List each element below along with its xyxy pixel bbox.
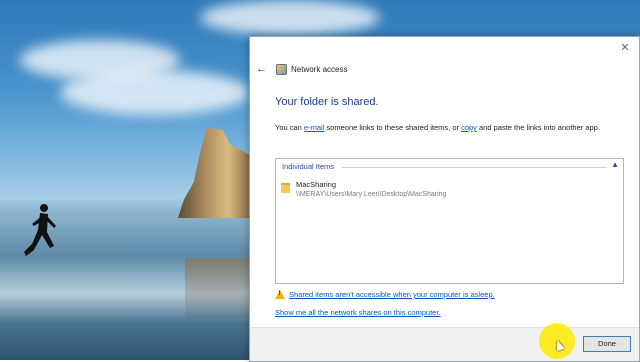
email-link[interactable]: e-mail [304, 123, 324, 132]
rock-reflection [185, 258, 250, 318]
warning-icon [275, 290, 285, 299]
description-text: You can [275, 123, 304, 132]
dialog-title: Network access [291, 65, 348, 74]
group-header: Individual Items [282, 162, 335, 171]
description-text: and paste the links into another app. [476, 123, 600, 132]
rock-formation [178, 128, 250, 218]
close-icon[interactable]: ✕ [619, 42, 631, 54]
item-path: \\MERAY\Users\Mary Leen\Desktop\MacShari… [296, 191, 447, 198]
network-sharing-icon [276, 64, 287, 75]
runner-silhouette [24, 204, 56, 256]
list-item[interactable]: MacSharing \\MERAY\Users\Mary Leen\Deskt… [281, 180, 446, 198]
cloud [200, 0, 380, 35]
copy-link[interactable]: copy [461, 123, 477, 132]
done-button[interactable]: Done [583, 336, 631, 352]
sleep-warning-link[interactable]: Shared items aren't accessible when your… [289, 290, 495, 299]
description: You can e-mail someone links to these sh… [275, 123, 635, 132]
chevron-up-icon[interactable]: ▲ [611, 160, 619, 169]
network-access-dialog: ✕ ← Network access Your folder is shared… [249, 36, 640, 362]
dialog-footer: Done [250, 327, 639, 361]
back-arrow-icon[interactable]: ← [256, 63, 267, 75]
group-divider [342, 167, 607, 168]
folder-icon [281, 183, 290, 193]
show-network-shares-link[interactable]: Show me all the network shares on this c… [275, 308, 441, 317]
cloud [60, 70, 250, 115]
shared-items-list[interactable]: Individual Items ▲ MacSharing \\MERAY\Us… [275, 158, 624, 284]
description-text: someone links to these shared items, or [324, 123, 462, 132]
item-name: MacSharing [296, 180, 337, 189]
page-heading: Your folder is shared. [275, 96, 379, 108]
sleep-warning: Shared items aren't accessible when your… [275, 290, 495, 299]
dialog-title-bar: Network access [276, 64, 347, 75]
